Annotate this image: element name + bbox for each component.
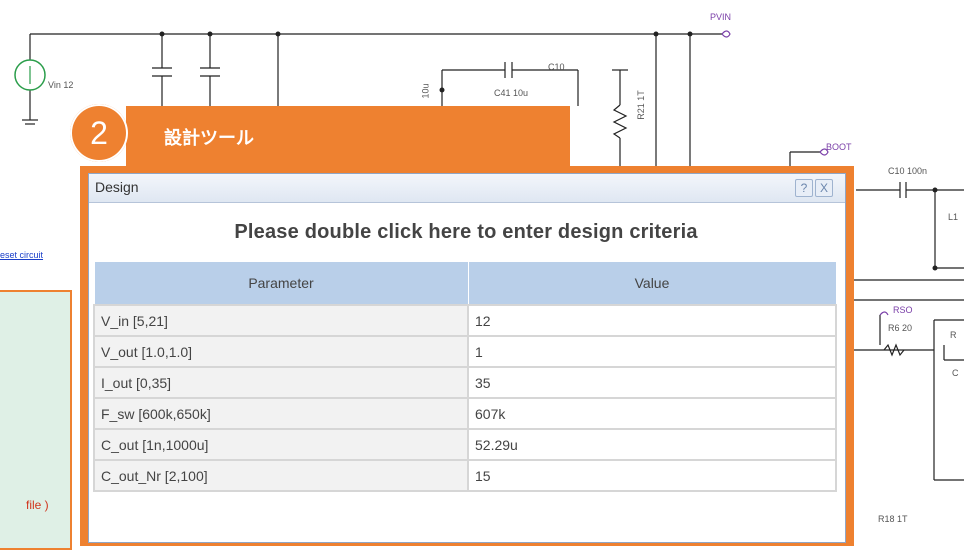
parameter-cell: C_out_Nr [2,100] <box>93 459 469 492</box>
table-row[interactable]: C_out_Nr [2,100] 15 <box>93 459 837 492</box>
parameter-cell: I_out [0,35] <box>93 366 469 399</box>
value-cell[interactable]: 12 <box>467 304 837 337</box>
parameter-cell: C_out [1n,1000u] <box>93 428 469 461</box>
help-icon[interactable]: ? <box>795 179 813 197</box>
parameter-table: Parameter Value V_in [5,21] 12 V_out [1.… <box>93 261 837 492</box>
value-cell[interactable]: 15 <box>467 459 837 492</box>
pvin-label: PVIN <box>710 12 732 22</box>
vin-label: Vin 12 <box>48 80 74 90</box>
dialog-titlebar[interactable]: Design ? X <box>89 174 845 203</box>
c10-label: C10 100n <box>888 166 928 176</box>
close-icon[interactable]: X <box>815 179 833 197</box>
c41-side-label: 10u <box>420 83 431 99</box>
r21-label: R21 1T <box>635 90 646 120</box>
table-row[interactable]: F_sw [600k,650k] 607k <box>93 397 837 430</box>
step-title: 設計ツール <box>164 128 254 149</box>
boot-label: BOOT <box>826 142 852 152</box>
rso-label: RSO <box>893 305 913 315</box>
table-row[interactable]: V_in [5,21] 12 <box>93 304 837 337</box>
design-criteria-header[interactable]: Please double click here to enter design… <box>93 203 839 261</box>
table-row[interactable]: V_out [1.0,1.0] 1 <box>93 335 837 368</box>
table-row[interactable]: I_out [0,35] 35 <box>93 366 837 399</box>
design-dialog: Design ? X Please double click here to e… <box>88 173 846 543</box>
c41-top-label: C10 <box>548 62 565 72</box>
step-banner: 設計ツール <box>126 106 570 166</box>
column-header-value: Value <box>467 261 837 306</box>
parameter-cell: F_sw [600k,650k] <box>93 397 469 430</box>
dialog-title: Design <box>95 179 139 195</box>
value-cell[interactable]: 1 <box>467 335 837 368</box>
parameter-cell: V_in [5,21] <box>93 304 469 337</box>
value-cell[interactable]: 52.29u <box>467 428 837 461</box>
file-text: file ) <box>26 498 49 512</box>
parameter-cell: V_out [1.0,1.0] <box>93 335 469 368</box>
step-number-badge: 2 <box>70 104 128 162</box>
r18-label: R18 1T <box>878 514 908 524</box>
r6-label: R6 20 <box>888 323 913 333</box>
c41-label: C41 10u <box>494 88 529 98</box>
reset-circuit-link[interactable]: eset circuit <box>0 250 43 260</box>
right-c-label: C <box>952 368 959 378</box>
value-cell[interactable]: 35 <box>467 366 837 399</box>
column-header-parameter: Parameter <box>93 261 469 306</box>
table-row[interactable]: C_out [1n,1000u] 52.29u <box>93 428 837 461</box>
value-cell[interactable]: 607k <box>467 397 837 430</box>
l1-label: L1 <box>948 212 959 222</box>
right-r-label: R <box>950 330 957 340</box>
